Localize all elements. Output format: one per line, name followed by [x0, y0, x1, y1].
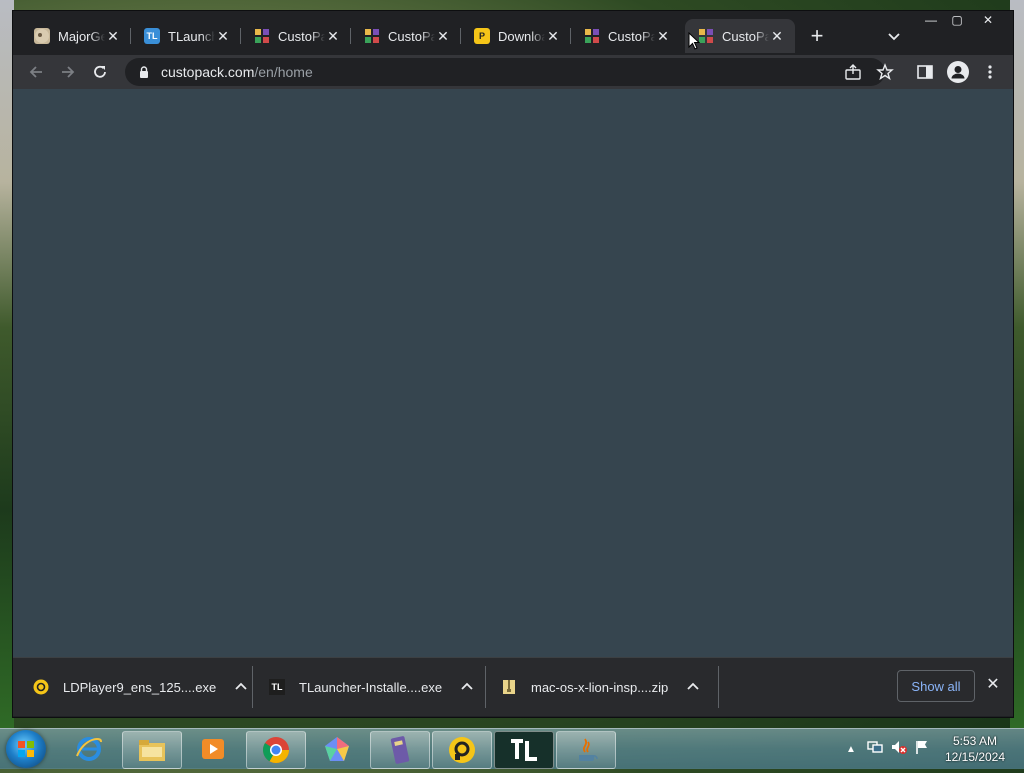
- tab-close-icon[interactable]: ✕: [655, 28, 671, 44]
- windows-taskbar: ▲ 5:53 AM 12/15/2024: [0, 728, 1024, 769]
- internet-explorer-icon[interactable]: [60, 731, 118, 767]
- action-center-flag-icon[interactable]: [914, 739, 936, 760]
- show-all-downloads-button[interactable]: Show all: [897, 670, 975, 702]
- system-tray: ▲: [844, 729, 936, 769]
- window-close-icon[interactable]: ✕: [971, 11, 1005, 29]
- custopack-favicon-icon: [584, 28, 600, 44]
- tab-download[interactable]: P Download ✕: [461, 19, 571, 53]
- tab-title: CustoPack: [608, 28, 655, 44]
- tlauncher-taskbar-icon[interactable]: [494, 731, 554, 769]
- bookmark-star-icon[interactable]: [876, 63, 894, 81]
- tab-close-icon[interactable]: ✕: [325, 28, 341, 44]
- tab-title: TLauncher: [168, 28, 215, 44]
- tab-tlauncher[interactable]: TL TLauncher ✕: [131, 19, 241, 53]
- chrome-window: MajorGeeks ✕ TL TLauncher ✕ CustoPack ✕ …: [12, 10, 1014, 718]
- reload-icon[interactable]: [91, 63, 109, 81]
- file-explorer-icon[interactable]: [122, 731, 182, 769]
- tab-custopack-1[interactable]: CustoPack ✕: [241, 19, 351, 53]
- majorgeeks-favicon-icon: [34, 28, 50, 44]
- winrar-icon[interactable]: [370, 731, 430, 769]
- tab-custopack-3[interactable]: CustoPack ✕: [571, 19, 681, 53]
- lock-icon[interactable]: [137, 65, 151, 79]
- zip-archive-icon: [501, 679, 517, 695]
- tab-strip: MajorGeeks ✕ TL TLauncher ✕ CustoPack ✕ …: [13, 11, 1013, 55]
- tab-close-icon[interactable]: ✕: [769, 28, 785, 44]
- tab-close-icon[interactable]: ✕: [105, 28, 121, 44]
- tab-close-icon[interactable]: ✕: [545, 28, 561, 44]
- tab-title: CustoPack: [278, 28, 325, 44]
- tab-title: MajorGeeks: [58, 28, 105, 44]
- profile-avatar-icon[interactable]: [947, 61, 969, 83]
- maximize-icon[interactable]: ▢: [943, 11, 971, 29]
- mouse-cursor-icon: [688, 31, 701, 50]
- download-item-zip[interactable]: mac-os-x-lion-insp....zip: [501, 658, 700, 716]
- tab-search-chevron-icon[interactable]: [886, 28, 902, 44]
- forward-arrow-icon[interactable]: [59, 63, 77, 81]
- chevron-up-icon[interactable]: [234, 680, 248, 694]
- download-item-tlauncher[interactable]: TL TLauncher-Installe....exe: [269, 658, 474, 716]
- side-panel-icon[interactable]: [916, 63, 934, 81]
- custopack-favicon-icon: [698, 28, 714, 44]
- java-icon[interactable]: [556, 731, 616, 769]
- custopack-favicon-icon: [364, 28, 380, 44]
- page-content[interactable]: [13, 89, 1013, 657]
- url-host: custopack.com: [161, 64, 255, 80]
- custopack-favicon-icon: [254, 28, 270, 44]
- back-arrow-icon[interactable]: [27, 63, 45, 81]
- tab-close-icon[interactable]: ✕: [435, 28, 451, 44]
- minimize-icon[interactable]: —: [917, 11, 945, 29]
- url-path: /en/home: [254, 64, 313, 80]
- download-shelf: LDPlayer9_ens_125....exe TL TLauncher-In…: [13, 657, 1013, 716]
- chrome-icon[interactable]: [246, 731, 306, 769]
- kebab-menu-icon[interactable]: [981, 63, 999, 81]
- taskbar-clock[interactable]: 5:53 AM 12/15/2024: [940, 733, 1010, 765]
- clock-time: 5:53 AM: [952, 734, 998, 748]
- tab-title: CustoPack: [388, 28, 435, 44]
- tlauncher-icon: TL: [269, 679, 285, 695]
- chevron-up-icon[interactable]: [686, 680, 700, 694]
- media-player-icon[interactable]: [184, 731, 242, 767]
- tab-custopack-active[interactable]: CustoPack ✕: [685, 19, 795, 53]
- ldplayer-taskbar-icon[interactable]: [432, 731, 492, 769]
- ldplayer-icon: [33, 679, 49, 695]
- volume-muted-icon[interactable]: [890, 739, 912, 760]
- close-download-shelf-icon[interactable]: ✕: [985, 677, 1001, 693]
- browser-toolbar: custopack.com/en/home: [13, 55, 1013, 89]
- tab-close-icon[interactable]: ✕: [215, 28, 231, 44]
- tray-overflow-chevron-icon[interactable]: ▲: [844, 744, 858, 755]
- tlauncher-favicon-icon: TL: [144, 28, 160, 44]
- address-bar[interactable]: custopack.com/en/home: [125, 58, 885, 86]
- download-filename: TLauncher-Installe....exe: [299, 679, 443, 695]
- chevron-up-icon[interactable]: [460, 680, 474, 694]
- download-item-ldplayer[interactable]: LDPlayer9_ens_125....exe: [33, 658, 248, 716]
- clock-date: 12/15/2024: [944, 750, 1006, 764]
- new-tab-plus-icon[interactable]: +: [808, 25, 826, 47]
- windows-start-button[interactable]: [6, 730, 46, 768]
- tab-majorgeeks[interactable]: MajorGeeks ✕: [21, 19, 131, 53]
- tab-custopack-2[interactable]: CustoPack ✕: [351, 19, 461, 53]
- tab-title: CustoPack: [722, 28, 769, 44]
- app-launcher-icon[interactable]: [308, 731, 366, 767]
- share-icon[interactable]: [844, 63, 862, 81]
- ldplayer-favicon-icon: P: [474, 28, 490, 44]
- download-filename: mac-os-x-lion-insp....zip: [531, 679, 669, 695]
- download-filename: LDPlayer9_ens_125....exe: [63, 679, 217, 695]
- network-icon[interactable]: [866, 739, 888, 760]
- tab-title: Download: [498, 28, 545, 44]
